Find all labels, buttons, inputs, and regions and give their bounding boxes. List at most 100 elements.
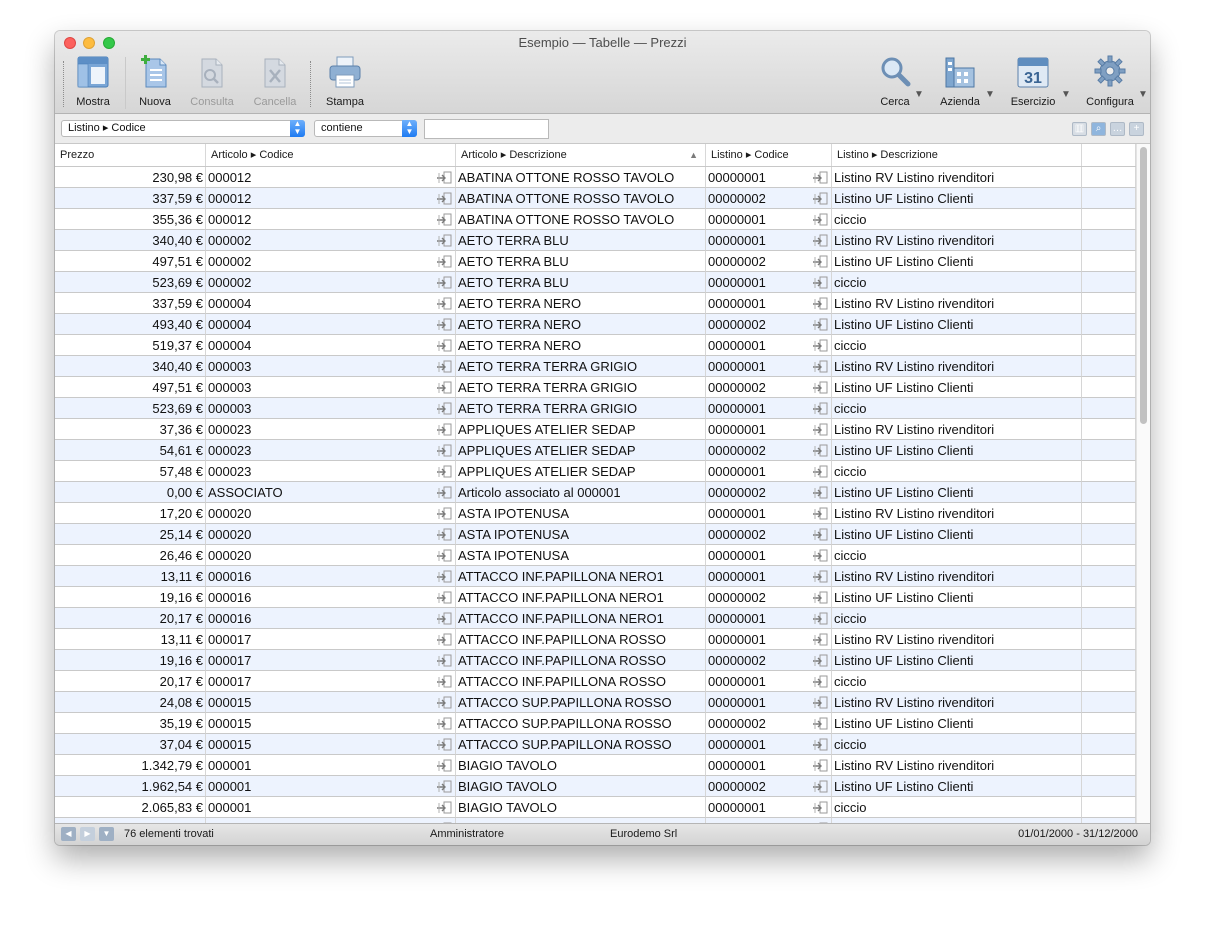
empty-cell[interactable]: [1082, 272, 1136, 293]
go-to-record-icon[interactable]: [812, 527, 828, 541]
pricelist-code-cell[interactable]: 00000001: [706, 419, 832, 440]
article-code-cell[interactable]: 000001: [206, 776, 456, 797]
pricelist-description-cell[interactable]: Listino UF Listino Clienti: [832, 314, 1082, 335]
article-code-cell[interactable]: 000016: [206, 566, 456, 587]
table-row[interactable]: 24,08 € 000015 ATTACCO SUP.PAPILLONA ROSSO…: [55, 692, 1136, 713]
go-to-record-icon[interactable]: [812, 653, 828, 667]
empty-cell[interactable]: [1082, 587, 1136, 608]
article-code-cell[interactable]: 000012: [206, 167, 456, 188]
price-cell[interactable]: 37,04 €: [55, 734, 206, 755]
article-code-cell[interactable]: 000012: [206, 209, 456, 230]
pricelist-code-cell[interactable]: 00000002: [706, 482, 832, 503]
article-description-cell[interactable]: BIAGIO TAVOLO: [456, 755, 706, 776]
table-row[interactable]: 497,51 € 000002 AETO TERRA BLU 00000002 List…: [55, 251, 1136, 272]
price-cell[interactable]: 493,40 €: [55, 314, 206, 335]
go-to-record-icon[interactable]: [812, 590, 828, 604]
article-code-cell[interactable]: 000016: [206, 608, 456, 629]
article-description-cell[interactable]: ATTACCO SUP.PAPILLONA ROSSO: [456, 734, 706, 755]
go-to-record-icon[interactable]: [812, 695, 828, 709]
article-code-cell[interactable]: 000015: [206, 713, 456, 734]
pricelist-code-cell[interactable]: 00000002: [706, 440, 832, 461]
price-cell[interactable]: 497,51 €: [55, 251, 206, 272]
table-row[interactable]: 519,37 € 000004 AETO TERRA NERO 00000001 cic…: [55, 335, 1136, 356]
article-description-cell[interactable]: APPLIQUES ATELIER SEDAP: [456, 461, 706, 482]
more-options-icon[interactable]: …: [1110, 122, 1125, 136]
go-to-record-icon[interactable]: [812, 800, 828, 814]
go-to-record-icon[interactable]: [436, 359, 452, 373]
empty-cell[interactable]: [1082, 293, 1136, 314]
go-to-record-icon[interactable]: [812, 422, 828, 436]
pricelist-code-cell[interactable]: 00000001: [706, 230, 832, 251]
table-row[interactable]: 37,36 € 000023 APPLIQUES ATELIER SEDAP 0000…: [55, 419, 1136, 440]
pricelist-description-cell[interactable]: ciccio: [832, 671, 1082, 692]
pricelist-description-cell[interactable]: Listino RV Listino rivenditori: [832, 293, 1082, 314]
article-code-cell[interactable]: 000020: [206, 503, 456, 524]
article-code-cell[interactable]: 000017: [206, 650, 456, 671]
columns-icon[interactable]: ▥: [1072, 122, 1087, 136]
filter-field-select[interactable]: Listino ▸ Codice ▲ ▼: [61, 120, 305, 137]
price-cell[interactable]: 523,69 €: [55, 272, 206, 293]
pricelist-description-cell[interactable]: Listino RV Listino rivenditori: [832, 419, 1082, 440]
expand-down-icon[interactable]: ▼: [99, 827, 114, 841]
empty-cell[interactable]: [1082, 440, 1136, 461]
pricelist-description-cell[interactable]: Listino RV Listino rivenditori: [832, 167, 1082, 188]
pricelist-description-cell[interactable]: ciccio: [832, 545, 1082, 566]
article-description-cell[interactable]: ATTACCO INF.PAPILLONA ROSSO: [456, 650, 706, 671]
article-description-cell[interactable]: ATTACCO INF.PAPILLONA ROSSO: [456, 671, 706, 692]
pricelist-code-cell[interactable]: 00000001: [706, 503, 832, 524]
article-description-cell[interactable]: ASTA IPOTENUSA: [456, 545, 706, 566]
pricelist-description-cell[interactable]: ciccio: [832, 335, 1082, 356]
article-description-cell[interactable]: AETO TERRA NERO: [456, 314, 706, 335]
pricelist-description-cell[interactable]: Listino RV Listino rivenditori: [832, 692, 1082, 713]
pricelist-code-cell[interactable]: 00000001: [706, 629, 832, 650]
price-cell[interactable]: 0,00 €: [55, 482, 206, 503]
go-to-record-icon[interactable]: [436, 443, 452, 457]
table-row[interactable]: 497,51 € 000003 AETO TERRA TERRA GRIGIO 000…: [55, 377, 1136, 398]
article-description-cell[interactable]: ATTACCO INF.PAPILLONA ROSSO: [456, 629, 706, 650]
go-to-record-icon[interactable]: [436, 233, 452, 247]
table-row[interactable]: 340,40 € 000003 AETO TERRA TERRA GRIGIO 000…: [55, 356, 1136, 377]
article-code-cell[interactable]: 000001: [206, 755, 456, 776]
article-description-cell[interactable]: AETO TERRA BLU: [456, 251, 706, 272]
article-code-cell[interactable]: 000023: [206, 440, 456, 461]
empty-cell[interactable]: [1082, 335, 1136, 356]
column-header-articolo-descrizione[interactable]: Articolo ▸ Descrizione ▲: [456, 144, 706, 166]
article-description-cell[interactable]: ATTACCO SUP.PAPILLONA ROSSO: [456, 713, 706, 734]
table-row[interactable]: 0,00 € ASSOCIATO Articolo associato al 000…: [55, 482, 1136, 503]
table-row[interactable]: 25,14 € 000020 ASTA IPOTENUSA 00000002 Listi…: [55, 524, 1136, 545]
go-to-record-icon[interactable]: [812, 191, 828, 205]
article-code-cell[interactable]: 000004: [206, 293, 456, 314]
pricelist-description-cell[interactable]: ciccio: [832, 608, 1082, 629]
table-row[interactable]: 35,19 € 000015 ATTACCO SUP.PAPILLONA ROSSO…: [55, 713, 1136, 734]
table-row[interactable]: 57,48 € 000023 APPLIQUES ATELIER SEDAP 0000…: [55, 461, 1136, 482]
article-description-cell[interactable]: ABATINA OTTONE ROSSO TAVOLO: [456, 167, 706, 188]
go-to-record-icon[interactable]: [436, 548, 452, 562]
pricelist-code-cell[interactable]: 00000002: [706, 650, 832, 671]
article-code-cell[interactable]: 000002: [206, 272, 456, 293]
go-to-record-icon[interactable]: [436, 569, 452, 583]
empty-cell[interactable]: [1082, 461, 1136, 482]
filter-value-input[interactable]: [424, 119, 549, 139]
go-to-record-icon[interactable]: [436, 191, 452, 205]
go-to-record-icon[interactable]: [436, 380, 452, 394]
price-cell[interactable]: 230,98 €: [55, 167, 206, 188]
pricelist-code-cell[interactable]: 00000002: [706, 587, 832, 608]
article-code-cell[interactable]: 000017: [206, 671, 456, 692]
go-to-record-icon[interactable]: [812, 296, 828, 310]
pricelist-code-cell[interactable]: 00000001: [706, 566, 832, 587]
go-to-record-icon[interactable]: [812, 212, 828, 226]
price-cell[interactable]: 37,36 €: [55, 419, 206, 440]
article-code-cell[interactable]: 000012: [206, 188, 456, 209]
go-to-record-icon[interactable]: [436, 506, 452, 520]
article-description-cell[interactable]: ABATINA OTTONE ROSSO TAVOLO: [456, 209, 706, 230]
article-description-cell[interactable]: ATTACCO INF.PAPILLONA NERO1: [456, 566, 706, 587]
empty-cell[interactable]: [1082, 755, 1136, 776]
article-code-cell[interactable]: 000002: [206, 251, 456, 272]
go-to-record-icon[interactable]: [812, 275, 828, 289]
pricelist-code-cell[interactable]: 00000002: [706, 377, 832, 398]
pricelist-code-cell[interactable]: 00000001: [706, 692, 832, 713]
table-row[interactable]: 26,46 € 000020 ASTA IPOTENUSA 00000001 cicci…: [55, 545, 1136, 566]
go-to-record-icon[interactable]: [436, 317, 452, 331]
price-cell[interactable]: 17,20 €: [55, 503, 206, 524]
empty-cell[interactable]: [1082, 188, 1136, 209]
